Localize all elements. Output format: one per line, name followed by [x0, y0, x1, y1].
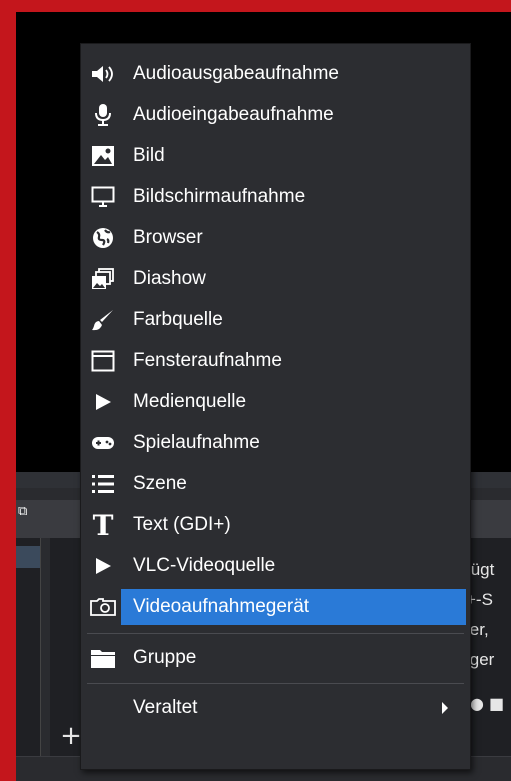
globe-icon	[89, 225, 117, 251]
menu-item-media-source[interactable]: Medienquelle	[81, 384, 470, 420]
menu-item-label: Audioausgabeaufnahme	[133, 63, 340, 84]
hint-text-line-2: +-S	[466, 590, 493, 609]
window-icon	[89, 348, 117, 374]
menu-item-label: Videoaufnahmegerät	[133, 596, 310, 617]
menu-item-label: Bildschirmaufnahme	[133, 186, 306, 207]
list-icon	[89, 471, 117, 497]
gamepad-icon	[89, 430, 117, 456]
menu-item-scene[interactable]: Szene	[81, 466, 470, 502]
folder-icon	[89, 645, 117, 671]
menu-item-audio-input[interactable]: Audioeingabeaufnahme	[81, 97, 470, 133]
menu-separator	[87, 633, 464, 634]
menu-item-label: Bild	[133, 145, 165, 166]
menu-item-browser[interactable]: Browser	[81, 220, 470, 256]
text-icon: T	[92, 508, 114, 542]
menu-item-label: Fensteraufnahme	[133, 350, 282, 371]
menu-item-label: VLC-Videoquelle	[133, 555, 276, 576]
menu-item-label: Medienquelle	[133, 391, 247, 412]
menu-item-slideshow[interactable]: Diashow	[81, 261, 470, 297]
play-icon	[89, 553, 117, 579]
menu-item-label: Farbquelle	[133, 309, 223, 330]
submenu-arrow-icon	[442, 702, 448, 714]
add-source-context-menu: Audioausgabeaufnahme Audioeingabeaufnahm…	[80, 43, 471, 770]
menu-item-window-capture[interactable]: Fensteraufnahme	[81, 343, 470, 379]
microphone-icon	[89, 102, 117, 128]
menu-item-label: Audioeingabeaufnahme	[133, 104, 334, 125]
dock-float-icon[interactable]: ⧉	[18, 505, 32, 519]
camera-icon	[89, 594, 117, 620]
menu-item-game-capture[interactable]: Spielaufnahme	[81, 425, 470, 461]
menu-item-label: Browser	[133, 227, 203, 248]
menu-item-audio-output[interactable]: Audioausgabeaufnahme	[81, 56, 470, 92]
monitor-icon	[89, 184, 117, 210]
menu-item-image[interactable]: Bild	[81, 138, 470, 174]
slideshow-icon	[89, 266, 117, 292]
menu-item-label: Szene	[133, 473, 187, 494]
menu-item-label: Diashow	[133, 268, 206, 289]
menu-separator	[87, 683, 464, 684]
source-toolbar-icons[interactable]: ● ■	[470, 694, 511, 716]
menu-item-text-gdi[interactable]: T Text (GDI+)	[81, 507, 470, 543]
menu-item-color-source[interactable]: Farbquelle	[81, 302, 470, 338]
menu-item-label: Veraltet	[133, 697, 198, 718]
menu-item-video-capture-device[interactable]: Videoaufnahmegerät	[81, 589, 470, 625]
play-icon	[89, 389, 117, 415]
scenes-list[interactable]	[16, 538, 41, 756]
scene-row-selected[interactable]	[16, 546, 40, 568]
menu-item-deprecated-submenu[interactable]: Veraltet	[81, 690, 470, 726]
speaker-icon	[89, 61, 117, 87]
hint-text-line-1: fügt	[466, 560, 495, 579]
menu-item-group[interactable]: Gruppe	[81, 640, 470, 676]
paintbrush-icon	[89, 307, 117, 333]
menu-item-label: Spielaufnahme	[133, 432, 260, 453]
hint-text-line-3: ier,	[466, 620, 489, 639]
hint-text-line-4: iger	[466, 650, 495, 669]
menu-item-label: Text (GDI+)	[133, 514, 231, 535]
menu-item-display-capture[interactable]: Bildschirmaufnahme	[81, 179, 470, 215]
menu-item-label: Gruppe	[133, 647, 197, 668]
menu-item-vlc-video-source[interactable]: VLC-Videoquelle	[81, 548, 470, 584]
image-icon	[89, 143, 117, 169]
